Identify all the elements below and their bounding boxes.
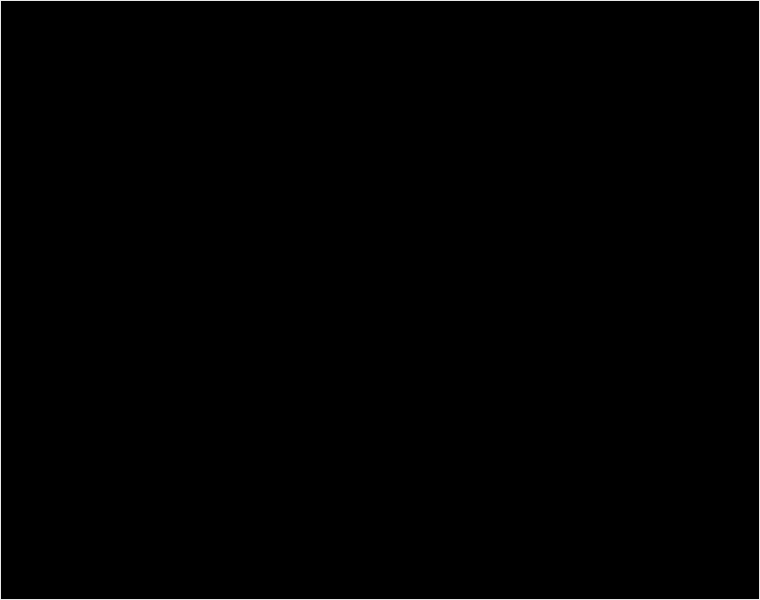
app-title xyxy=(604,4,759,15)
chart-header xyxy=(604,4,759,15)
astro-wheel xyxy=(1,1,602,599)
astrolog-window xyxy=(0,0,760,600)
info-panel xyxy=(604,1,759,599)
